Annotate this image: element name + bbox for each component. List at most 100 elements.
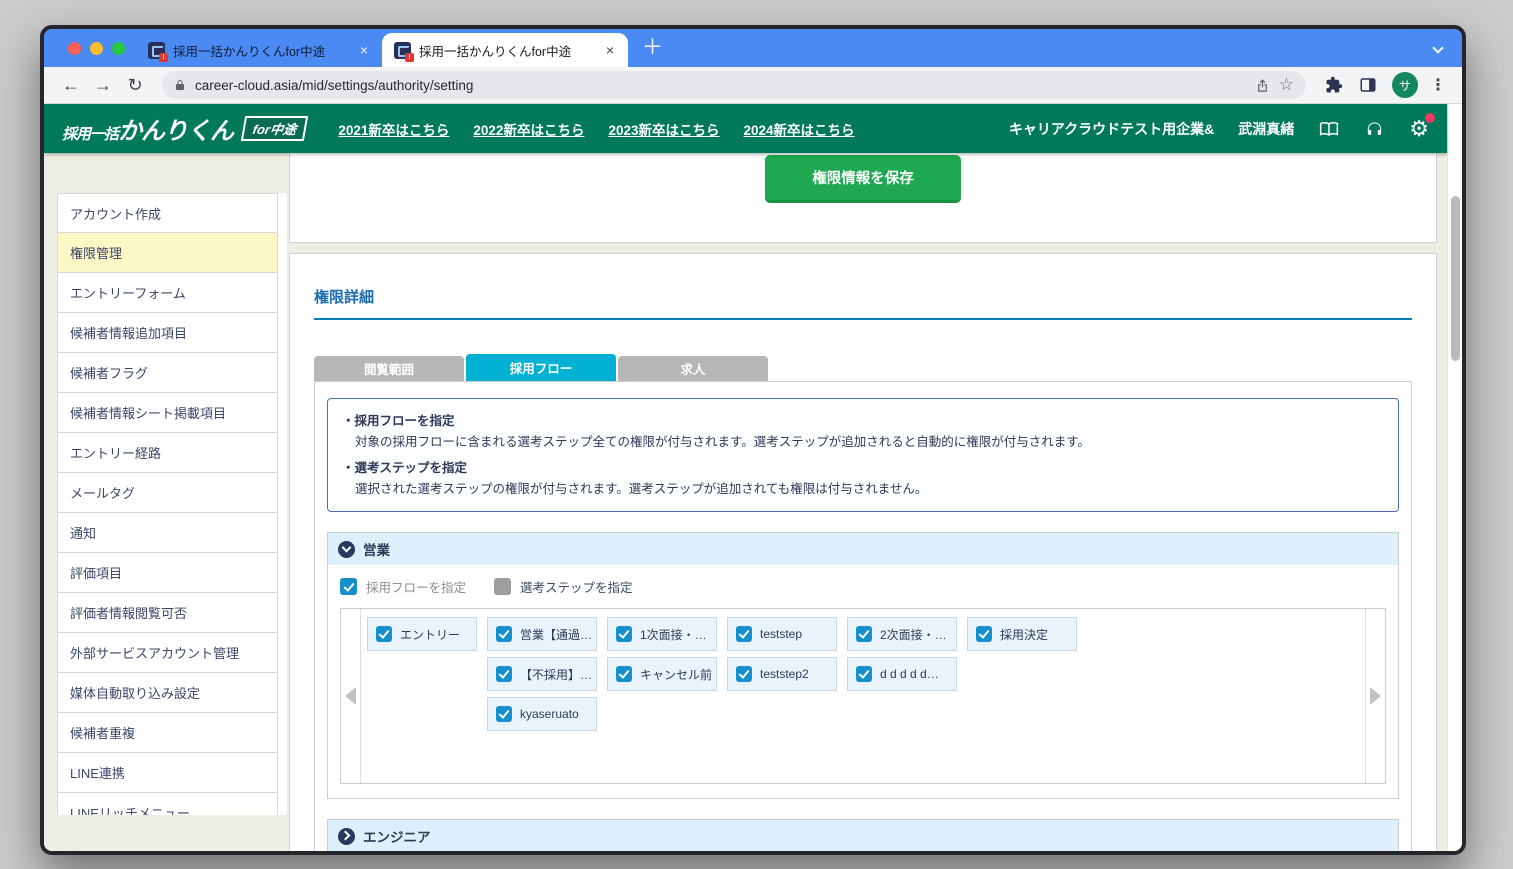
settings-sidebar: アカウント作成 権限管理 エントリーフォーム 候補者情報追加項目 候補者フラグ 候補者情報… <box>57 193 278 815</box>
step-item-10[interactable]: d d d d d… <box>847 657 957 691</box>
profile-avatar[interactable]: サ <box>1392 72 1418 98</box>
sidebar-item-11[interactable]: 評価者情報閲覧可否 <box>57 593 278 633</box>
user-name[interactable]: 武淵真緒 <box>1238 119 1294 139</box>
tab-search-chevron-icon[interactable] <box>1432 42 1444 54</box>
option-checkbox[interactable] <box>494 578 512 595</box>
steps-grid: エントリー 営業【通過… 1次面接・… teststep 2次面接・… 採用決定【不採用】… <box>367 617 1365 731</box>
browser-menu-dots-icon[interactable]: ⋮ <box>1430 75 1446 95</box>
sidebar-item-15[interactable]: LINE連携 <box>57 753 278 793</box>
logo-text-small: 採用一括 <box>62 126 119 143</box>
step-item-4[interactable]: teststep <box>727 617 837 651</box>
step-checkbox[interactable] <box>376 626 392 642</box>
sidebar-item-9[interactable]: 通知 <box>57 513 278 553</box>
side-panel-icon[interactable] <box>1359 76 1377 94</box>
extensions-puzzle-icon[interactable] <box>1325 76 1343 94</box>
option-checkbox[interactable] <box>340 578 357 595</box>
step-item-5[interactable]: 2次面接・… <box>847 617 957 651</box>
app-logo[interactable]: 採用一括 かんりくん <box>62 111 234 146</box>
sidebar-item-13[interactable]: 媒体自動取り込み設定 <box>57 673 278 713</box>
browser-window: ! 採用一括かんりくんfor中途 ×! 採用一括かんりくんfor中途 × ＋ ← → ↻… <box>40 25 1466 855</box>
nav-link-3[interactable]: 2023新卒はこちら <box>608 119 719 139</box>
support-headset-icon[interactable] <box>1364 119 1385 139</box>
flow-section-1: 営業 採用フローを指定 選考ステップを指定 エントリー 営業【通過… 1次面接・… test… <box>327 532 1399 799</box>
sidebar-scroll-track[interactable] <box>278 193 287 815</box>
minimize-window-button[interactable] <box>90 42 103 55</box>
new-tab-button[interactable]: ＋ <box>642 33 663 63</box>
manual-book-icon[interactable] <box>1318 119 1340 139</box>
step-item-7[interactable]: 【不採用】… <box>487 657 597 691</box>
step-label: 1次面接・… <box>640 627 707 642</box>
step-checkbox[interactable] <box>496 666 512 682</box>
sidebar-item-2[interactable]: 権限管理 <box>57 233 278 273</box>
lock-icon <box>174 78 186 92</box>
sidebar-item-5[interactable]: 候補者フラグ <box>57 353 278 393</box>
steps-carousel: エントリー 営業【通過… 1次面接・… teststep 2次面接・… 採用決定【不採用】… <box>340 608 1386 784</box>
close-window-button[interactable] <box>68 42 81 55</box>
detail-tab-3[interactable]: 求人 <box>618 356 768 381</box>
scrollbar-thumb[interactable] <box>1451 196 1460 361</box>
nav-link-2[interactable]: 2022新卒はこちら <box>473 119 584 139</box>
step-item-6[interactable]: 採用決定 <box>967 617 1077 651</box>
step-checkbox[interactable] <box>496 706 512 722</box>
browser-tab-2[interactable]: ! 採用一括かんりくんfor中途 × <box>382 33 628 67</box>
next-arrow-icon <box>1370 687 1381 705</box>
step-checkbox[interactable] <box>616 626 632 642</box>
step-checkbox[interactable] <box>496 626 512 642</box>
detail-tab-1[interactable]: 閲覧範囲 <box>314 356 464 381</box>
sidebar-item-4[interactable]: 候補者情報追加項目 <box>57 313 278 353</box>
flow-header[interactable]: 営業 <box>328 533 1398 565</box>
sidebar-item-3[interactable]: エントリーフォーム <box>57 273 278 313</box>
sidebar-item-10[interactable]: 評価項目 <box>57 553 278 593</box>
forward-button[interactable]: → <box>88 75 118 96</box>
app-header: 採用一括 かんりくん for中途 2021新卒はこちら 2022新卒はこちら 202… <box>44 104 1447 153</box>
flows-container: 営業 採用フローを指定 選考ステップを指定 エントリー 営業【通過… 1次面接・… test… <box>327 532 1399 851</box>
url-text[interactable]: career-cloud.asia/mid/settings/authority… <box>195 78 1246 93</box>
detail-tabs: 閲覧範囲 採用フロー 求人 <box>314 354 1412 381</box>
carousel-prev-button[interactable] <box>341 609 361 783</box>
flow-option-2: 選考ステップを指定 <box>494 577 633 596</box>
step-checkbox[interactable] <box>976 626 992 642</box>
page-scrollbar[interactable] <box>1447 104 1462 851</box>
sidebar-item-7[interactable]: エントリー経路 <box>57 433 278 473</box>
step-checkbox[interactable] <box>736 666 752 682</box>
sidebar-item-8[interactable]: メールタグ <box>57 473 278 513</box>
step-item-8[interactable]: キャンセル前 <box>607 657 717 691</box>
step-item-1[interactable]: エントリー <box>367 617 477 651</box>
maximize-window-button[interactable] <box>112 42 125 55</box>
detail-card: 権限詳細 閲覧範囲 採用フロー 求人 ・採用フローを指定 対象の採用フローに含まれる選… <box>289 253 1437 851</box>
step-item-11[interactable]: kyaseruato <box>487 697 597 731</box>
tab-close-icon[interactable]: × <box>358 42 370 58</box>
detail-tab-2[interactable]: 採用フロー <box>466 354 616 381</box>
settings-gear-icon[interactable]: ⚙ <box>1409 112 1435 140</box>
share-icon[interactable] <box>1255 78 1270 93</box>
carousel-next-button[interactable] <box>1365 609 1385 783</box>
step-item-3[interactable]: 1次面接・… <box>607 617 717 651</box>
sidebar-item-16[interactable]: LINEリッチメニュー <box>57 793 278 815</box>
logo-badge: for中途 <box>240 116 309 141</box>
url-bar[interactable]: career-cloud.asia/mid/settings/authority… <box>162 71 1306 99</box>
back-button[interactable]: ← <box>56 75 86 96</box>
header-nav-links: 2021新卒はこちら 2022新卒はこちら 2023新卒はこちら 2024新卒はこちら <box>338 119 854 139</box>
chevron-right-circle-icon <box>338 827 355 845</box>
nav-link-4[interactable]: 2024新卒はこちら <box>744 119 855 139</box>
tab-close-icon[interactable]: × <box>604 42 616 58</box>
browser-tab-1[interactable]: ! 採用一括かんりくんfor中途 × <box>136 33 382 67</box>
save-button[interactable]: 権限情報を保存 <box>765 155 961 203</box>
step-checkbox[interactable] <box>856 666 872 682</box>
step-item-9[interactable]: teststep2 <box>727 657 837 691</box>
sidebar-item-14[interactable]: 候補者重複 <box>57 713 278 753</box>
sidebar-item-6[interactable]: 候補者情報シート掲載項目 <box>57 393 278 433</box>
sidebar-item-1[interactable]: アカウント作成 <box>57 193 278 233</box>
flow-header[interactable]: エンジニア <box>328 820 1398 851</box>
step-checkbox[interactable] <box>736 626 752 642</box>
bookmark-star-icon[interactable]: ☆ <box>1279 75 1294 95</box>
step-label: キャンセル前 <box>640 667 713 682</box>
favicon-alert-badge: ! <box>159 52 168 62</box>
reload-button[interactable]: ↻ <box>120 75 150 96</box>
sidebar-item-12[interactable]: 外部サービスアカウント管理 <box>57 633 278 673</box>
nav-link-1[interactable]: 2021新卒はこちら <box>338 119 449 139</box>
step-item-2[interactable]: 営業【通過… <box>487 617 597 651</box>
step-checkbox[interactable] <box>616 666 632 682</box>
flow-name: エンジニア <box>363 830 431 845</box>
step-checkbox[interactable] <box>856 626 872 642</box>
